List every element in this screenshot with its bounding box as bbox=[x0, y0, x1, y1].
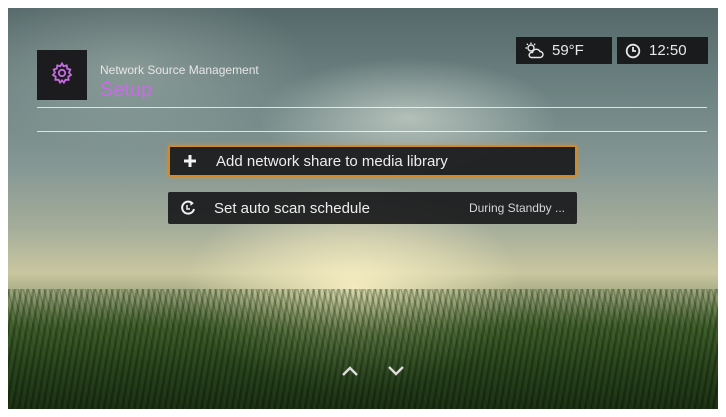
header-divider-top bbox=[37, 107, 707, 108]
menu-item-value: During Standby ... bbox=[468, 201, 565, 215]
chevron-up-icon[interactable] bbox=[340, 364, 360, 378]
page-title: Setup bbox=[100, 79, 153, 101]
menu-item-label: Add network share to media library bbox=[216, 152, 448, 170]
header-divider-bottom bbox=[37, 131, 707, 132]
clock-status: 12:50 bbox=[617, 37, 708, 64]
refresh-icon bbox=[178, 198, 198, 218]
weather-status: 59°F bbox=[516, 37, 612, 64]
menu-item-add-network-share[interactable]: Add network share to media library bbox=[168, 145, 577, 177]
header-icon-box bbox=[37, 50, 87, 100]
temperature-text: 59°F bbox=[552, 42, 584, 59]
gear-icon bbox=[50, 61, 74, 90]
menu-item-auto-scan-schedule[interactable]: Set auto scan schedule During Standby ..… bbox=[168, 192, 577, 224]
chevron-down-icon[interactable] bbox=[386, 364, 406, 378]
plus-icon bbox=[180, 151, 200, 171]
grass-background bbox=[8, 289, 718, 409]
section-label: Network Source Management bbox=[100, 63, 259, 77]
setup-screen: Network Source Management Setup 59°F 12:… bbox=[8, 8, 718, 409]
menu-item-label: Set auto scan schedule bbox=[214, 199, 370, 217]
clock-icon bbox=[625, 43, 641, 59]
sun-cloud-icon bbox=[524, 42, 544, 60]
time-text: 12:50 bbox=[649, 42, 687, 59]
